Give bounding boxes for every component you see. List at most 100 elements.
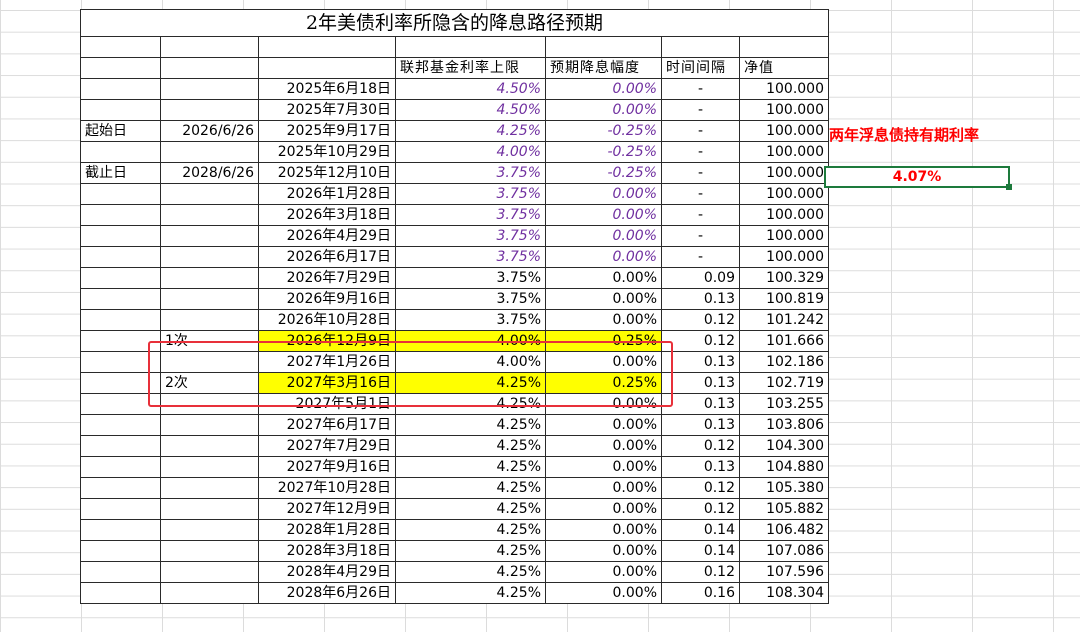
interval-cell[interactable]: 0.13: [661, 350, 740, 373]
cell[interactable]: [160, 266, 259, 289]
expected-cut-cell[interactable]: 0.00%: [545, 203, 662, 226]
interval-cell[interactable]: -: [661, 182, 740, 205]
expected-cut-cell[interactable]: 0.00%: [545, 224, 662, 247]
expected-cut-cell[interactable]: 0.00%: [545, 182, 662, 205]
fed-rate-cell[interactable]: 4.00%: [395, 140, 546, 163]
expected-cut-cell[interactable]: 0.00%: [545, 476, 662, 499]
cell[interactable]: [160, 308, 259, 331]
cell[interactable]: [80, 36, 161, 58]
cell[interactable]: [80, 350, 161, 373]
date-cell[interactable]: 2025年10月29日: [258, 140, 396, 163]
header-nav[interactable]: 净值: [739, 56, 829, 79]
date-cell[interactable]: 2028年1月28日: [258, 518, 396, 541]
nav-cell[interactable]: 100.329: [739, 266, 829, 289]
cell[interactable]: [80, 224, 161, 247]
cell[interactable]: [80, 476, 161, 499]
date-cell[interactable]: 2028年4月29日: [258, 560, 396, 583]
cell[interactable]: [80, 518, 161, 541]
interval-cell[interactable]: 0.14: [661, 518, 740, 541]
date-cell[interactable]: 2026年9月16日: [258, 287, 396, 310]
nav-cell[interactable]: 107.596: [739, 560, 829, 583]
nav-cell[interactable]: 101.666: [739, 329, 829, 352]
interval-cell[interactable]: 0.12: [661, 497, 740, 520]
cell[interactable]: [80, 392, 161, 415]
fed-rate-cell[interactable]: 4.50%: [395, 98, 546, 121]
cell[interactable]: [160, 36, 259, 58]
nav-cell[interactable]: 105.882: [739, 497, 829, 520]
expected-cut-cell[interactable]: 0.00%: [545, 581, 662, 604]
nav-cell[interactable]: 100.000: [739, 203, 829, 226]
interval-cell[interactable]: 0.13: [661, 455, 740, 478]
expected-cut-cell[interactable]: 0.00%: [545, 434, 662, 457]
fed-rate-cell[interactable]: 4.25%: [395, 119, 546, 142]
cell[interactable]: [80, 203, 161, 226]
fed-rate-cell[interactable]: 4.25%: [395, 392, 546, 415]
expected-cut-cell[interactable]: 0.00%: [545, 98, 662, 121]
fed-rate-cell[interactable]: 3.75%: [395, 308, 546, 331]
cell[interactable]: [80, 581, 161, 604]
cell[interactable]: [395, 36, 546, 58]
cell[interactable]: [160, 455, 259, 478]
cell[interactable]: [80, 434, 161, 457]
cell[interactable]: [160, 224, 259, 247]
nav-cell[interactable]: 104.300: [739, 434, 829, 457]
fed-rate-cell[interactable]: 4.25%: [395, 518, 546, 541]
date-cell[interactable]: 2028年3月18日: [258, 539, 396, 562]
fed-rate-cell[interactable]: 4.25%: [395, 581, 546, 604]
cell[interactable]: [160, 581, 259, 604]
cell[interactable]: [739, 36, 829, 58]
nav-cell[interactable]: 100.000: [739, 224, 829, 247]
date-cell[interactable]: 2028年6月26日: [258, 581, 396, 604]
holding-rate-label[interactable]: 两年浮息债持有期利率: [829, 124, 979, 145]
cell[interactable]: [160, 182, 259, 205]
end-date-label[interactable]: 截止日: [80, 161, 161, 184]
cut-count-label-1[interactable]: 1次: [160, 329, 259, 352]
cell[interactable]: [160, 287, 259, 310]
date-cell[interactable]: 2027年10月28日: [258, 476, 396, 499]
date-cell[interactable]: 2026年3月18日: [258, 203, 396, 226]
interval-cell[interactable]: -: [661, 98, 740, 121]
interval-cell[interactable]: 0.09: [661, 266, 740, 289]
nav-cell[interactable]: 103.255: [739, 392, 829, 415]
nav-cell[interactable]: 105.380: [739, 476, 829, 499]
cell[interactable]: [160, 203, 259, 226]
date-cell[interactable]: 2027年9月16日: [258, 455, 396, 478]
expected-cut-cell[interactable]: 0.00%: [545, 413, 662, 436]
expected-cut-cell[interactable]: 0.00%: [545, 497, 662, 520]
cell[interactable]: [80, 98, 161, 121]
expected-cut-cell[interactable]: 0.00%: [545, 518, 662, 541]
nav-cell[interactable]: 100.000: [739, 182, 829, 205]
date-cell[interactable]: 2027年3月16日: [258, 371, 396, 394]
nav-cell[interactable]: 106.482: [739, 518, 829, 541]
holding-rate-value-cell[interactable]: 4.07%: [824, 166, 1010, 188]
cell[interactable]: [160, 245, 259, 268]
fed-rate-cell[interactable]: 4.25%: [395, 413, 546, 436]
header-fed-rate-cap[interactable]: 联邦基金利率上限: [395, 56, 546, 79]
cell[interactable]: [160, 497, 259, 520]
date-cell[interactable]: 2026年6月17日: [258, 245, 396, 268]
fed-rate-cell[interactable]: 3.75%: [395, 224, 546, 247]
fed-rate-cell[interactable]: 4.25%: [395, 476, 546, 499]
fed-rate-cell[interactable]: 4.25%: [395, 497, 546, 520]
expected-cut-cell[interactable]: 0.00%: [545, 266, 662, 289]
interval-cell[interactable]: 0.13: [661, 371, 740, 394]
interval-cell[interactable]: 0.12: [661, 308, 740, 331]
fed-rate-cell[interactable]: 3.75%: [395, 203, 546, 226]
expected-cut-cell[interactable]: 0.00%: [545, 245, 662, 268]
nav-cell[interactable]: 108.304: [739, 581, 829, 604]
fill-handle[interactable]: [1006, 184, 1012, 190]
cell[interactable]: [160, 350, 259, 373]
nav-cell[interactable]: 100.819: [739, 287, 829, 310]
expected-cut-cell[interactable]: 0.00%: [545, 77, 662, 100]
cell[interactable]: [160, 413, 259, 436]
interval-cell[interactable]: -: [661, 140, 740, 163]
expected-cut-cell[interactable]: 0.25%: [545, 371, 662, 394]
fed-rate-cell[interactable]: 4.25%: [395, 560, 546, 583]
end-date-value[interactable]: 2028/6/26: [160, 161, 259, 184]
date-cell[interactable]: 2026年10月28日: [258, 308, 396, 331]
fed-rate-cell[interactable]: 4.25%: [395, 539, 546, 562]
date-cell[interactable]: 2027年6月17日: [258, 413, 396, 436]
nav-cell[interactable]: 100.000: [739, 98, 829, 121]
fed-rate-cell[interactable]: 4.25%: [395, 434, 546, 457]
cell[interactable]: [258, 56, 396, 79]
